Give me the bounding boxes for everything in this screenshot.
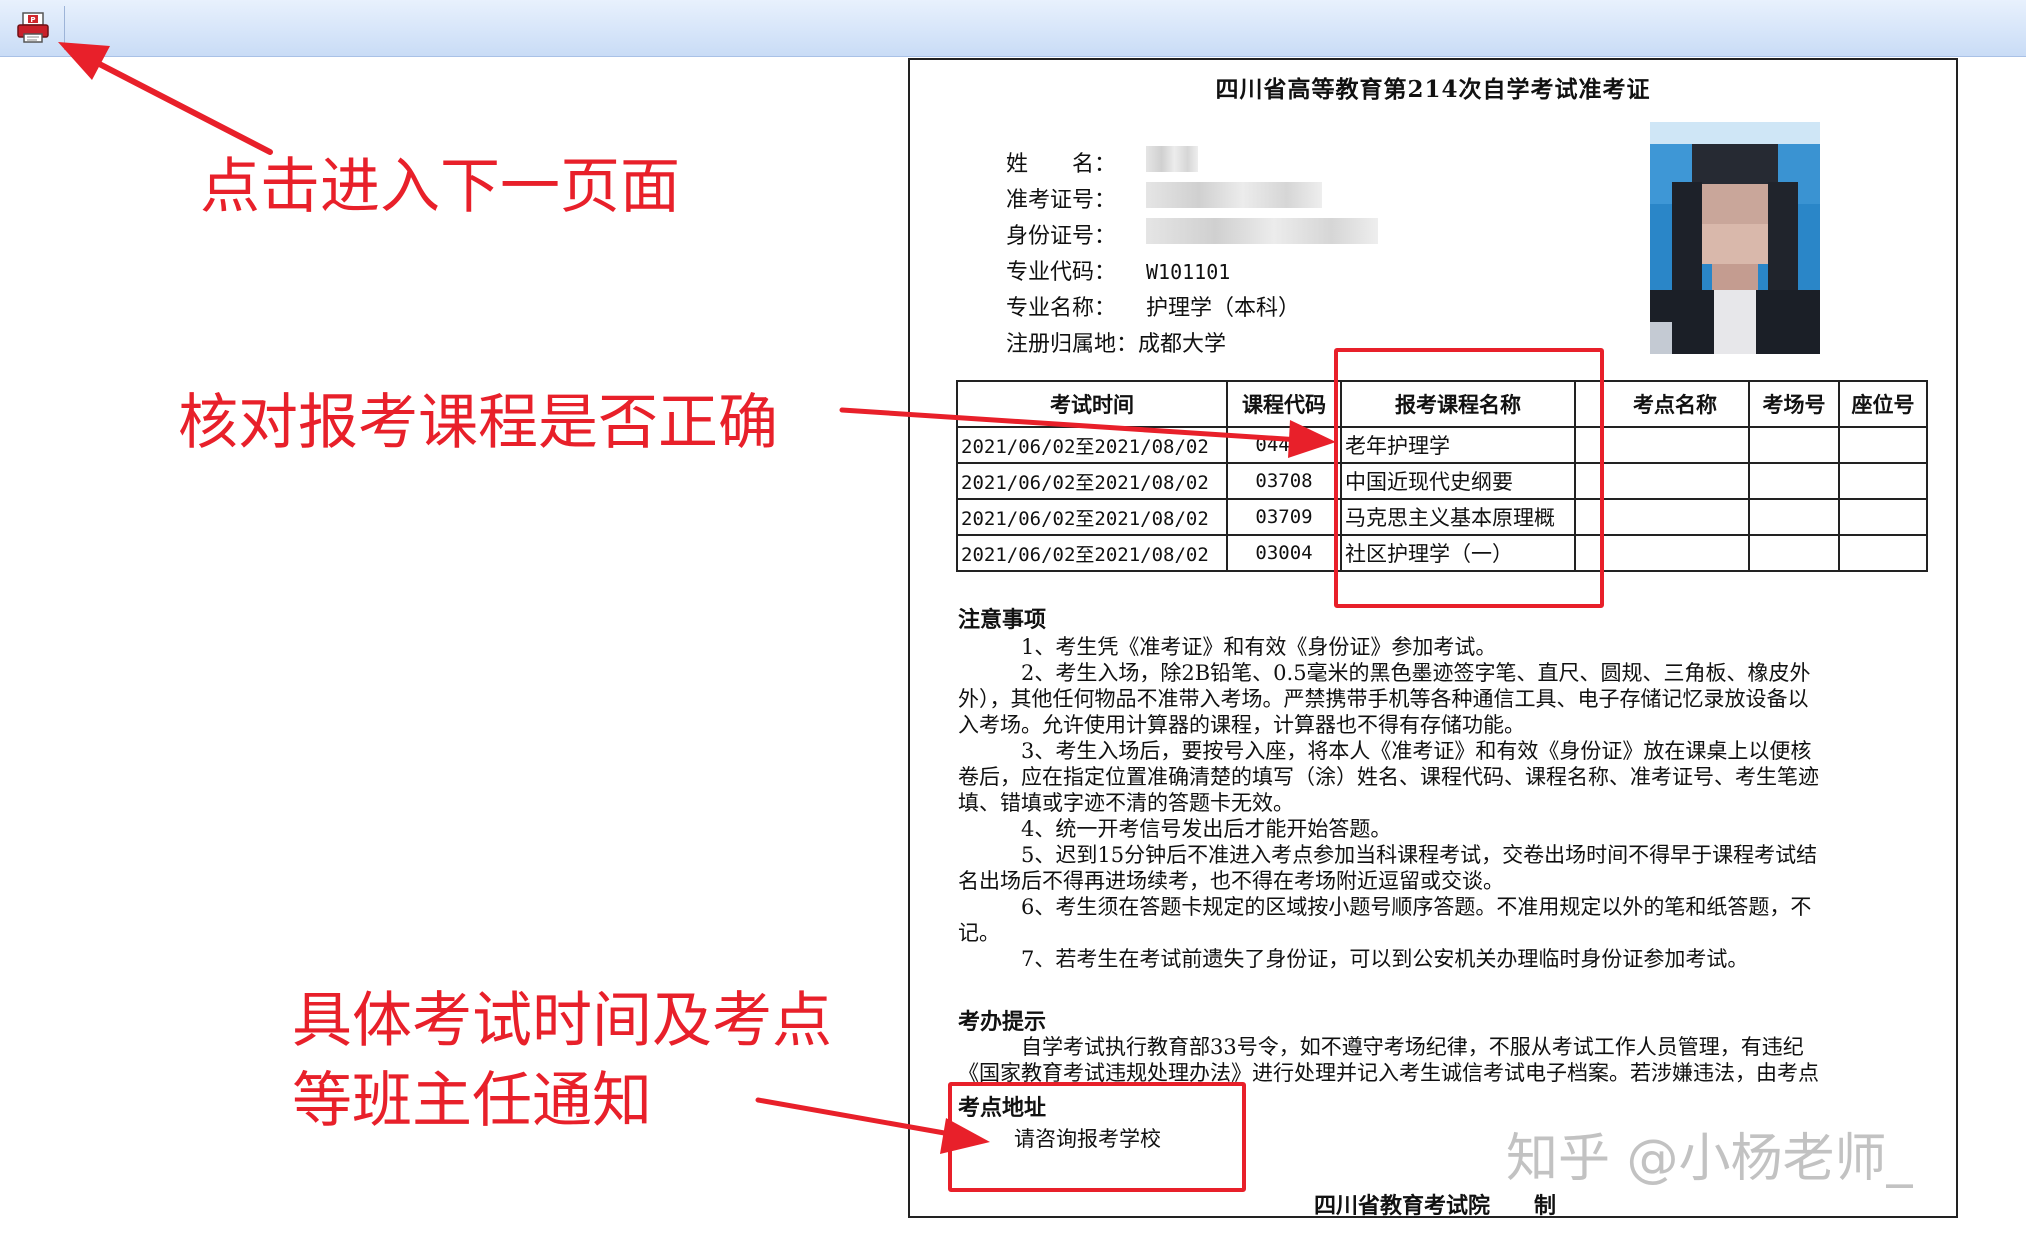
annotation-exam-time-line1: 具体考试时间及考点 bbox=[292, 986, 832, 1056]
annotation-check-courses: 核对报考课程是否正确 bbox=[178, 388, 778, 458]
arrow-to-course-column bbox=[839, 407, 1336, 458]
arrow-to-address bbox=[755, 1097, 990, 1154]
watermark: 知乎 @小杨老师_ bbox=[1506, 1129, 1913, 1189]
arrow-to-print-icon bbox=[58, 42, 273, 155]
annotation-exam-time-line2: 等班主任通知 bbox=[292, 1066, 652, 1136]
annotation-next-page: 点击进入下一页面 bbox=[200, 152, 680, 222]
